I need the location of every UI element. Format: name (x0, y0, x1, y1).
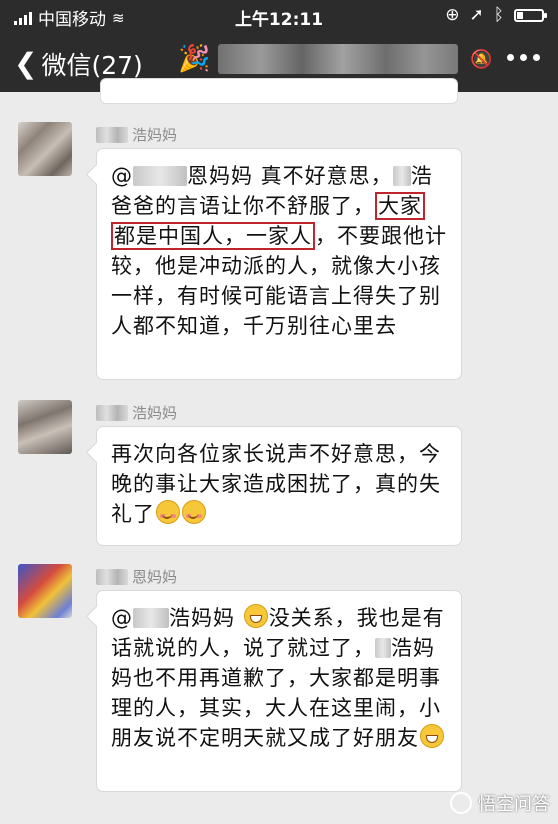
blurred-sender-prefix (96, 568, 128, 585)
blush-smile-emoji-icon (182, 500, 206, 524)
mute-icon: 🔕 (470, 48, 493, 70)
status-bar: 中国移动 ≋ 上午12:11 ⊕ ➚ ᛒ (0, 0, 558, 32)
blurred-name (392, 166, 411, 186)
grin-emoji-icon (243, 604, 268, 628)
sender-name: 浩妈妈 (96, 124, 177, 145)
blurred-sender-prefix (96, 404, 128, 421)
previous-message-bubble[interactable] (100, 78, 458, 104)
back-button[interactable]: ❮ 微信(27) (14, 46, 143, 82)
more-dot (520, 54, 527, 61)
blurred-group-name (218, 44, 459, 74)
sender-name: 浩妈妈 (96, 402, 177, 423)
grin-emoji-icon (420, 724, 444, 748)
chat-area[interactable]: 浩妈妈 @ 恩妈妈 真不好意思， 浩爸爸的言语让你不舒服了， 大家都是中国人，一家人，… (0, 78, 558, 824)
watermark-text: 悟空问答 (478, 794, 550, 815)
more-dot (533, 54, 540, 61)
bluetooth-icon: ᛒ (493, 5, 504, 25)
chat-title: 🎉 🔕 (178, 44, 493, 74)
message-bubble[interactable]: @ 浩妈妈 没关系，我也是有话就说的人，说了就过了， 浩妈妈也不用再道歉了，大家都是… (96, 590, 462, 792)
mention-at: @ (111, 164, 133, 188)
blurred-sender-prefix (96, 126, 128, 143)
location-icon: ➚ (469, 5, 484, 25)
battery-icon (514, 8, 547, 22)
wukong-logo-icon (450, 792, 472, 814)
watermark: 悟空问答 (450, 790, 550, 816)
lock-rotation-icon: ⊕ (445, 5, 460, 25)
avatar[interactable] (18, 122, 72, 176)
blurred-name (375, 638, 391, 658)
sender-name: 恩妈妈 (96, 566, 177, 587)
highlight-box: 大家 (375, 192, 425, 220)
mention-at: @ (111, 606, 133, 630)
chevron-left-icon: ❮ (14, 47, 38, 80)
message-bubble[interactable]: @ 恩妈妈 真不好意思， 浩爸爸的言语让你不舒服了， 大家都是中国人，一家人 ，不要跟他… (96, 148, 462, 380)
back-label: 微信(27) (41, 51, 143, 80)
message-bubble[interactable]: 再次向各位家长说声不好意思，今晚的事让大家造成困扰了，真的失礼了 (96, 426, 462, 546)
message-text: 恩妈妈 真不好意思， (187, 164, 393, 188)
sender-label: 恩妈妈 (132, 568, 178, 586)
blurred-mention (133, 608, 169, 628)
more-button[interactable] (507, 54, 540, 61)
sender-label: 浩妈妈 (132, 404, 178, 422)
status-right: ⊕ ➚ ᛒ (445, 5, 547, 25)
highlight-box: 都是中国人，一家人 (111, 222, 315, 250)
blurred-mention (133, 166, 187, 186)
message-text: 浩妈妈 (169, 606, 243, 630)
more-dot (507, 54, 514, 61)
party-popper-icon: 🎉 (178, 44, 211, 74)
sender-label: 浩妈妈 (132, 126, 178, 144)
blush-smile-emoji-icon (156, 500, 180, 524)
avatar[interactable] (18, 400, 72, 454)
avatar[interactable] (18, 564, 72, 618)
